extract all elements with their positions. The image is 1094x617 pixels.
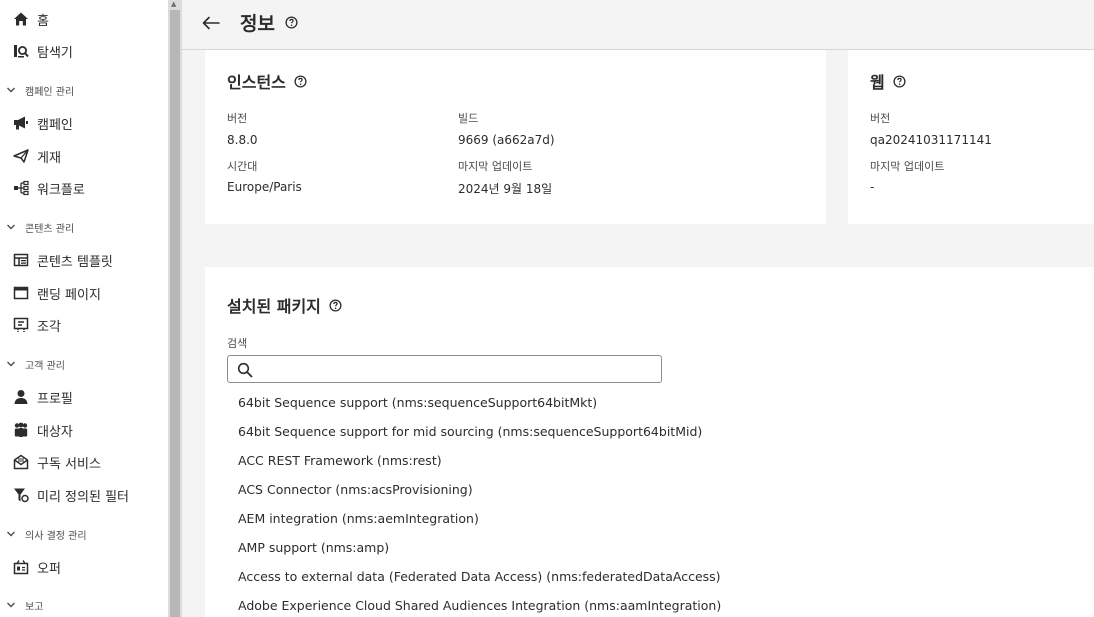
- web-title: 웹: [870, 73, 885, 92]
- timezone-label: 시간대: [227, 160, 258, 173]
- sidebar-item-workflows[interactable]: 워크플로: [12, 177, 85, 199]
- sidebar-item-content-templates[interactable]: 콘텐츠 템플릿: [12, 249, 113, 271]
- explorer-icon: [12, 43, 30, 59]
- megaphone-icon: [12, 115, 30, 131]
- section-customer-management[interactable]: 고객 관리: [6, 355, 65, 373]
- web-card: 웹 버전 qa20241031171141 마지막 업데이트 -: [848, 50, 1094, 224]
- sidebar-item-landing-pages[interactable]: 랜딩 페이지: [12, 282, 101, 304]
- sidebar-item-label: 조각: [37, 319, 61, 335]
- arrow-left-icon: [202, 16, 220, 30]
- sidebar-item-fragments[interactable]: 조각: [12, 314, 61, 336]
- sidebar-item-label: 미리 정의된 필터: [37, 489, 129, 505]
- packages-title: 설치된 패키지: [227, 297, 321, 316]
- section-content-management[interactable]: 콘텐츠 관리: [6, 218, 74, 236]
- sidebar-item-label: 탐색기: [37, 45, 73, 61]
- installed-packages-card: 설치된 패키지 검색 64bit Sequence support (nms:s…: [205, 267, 1094, 617]
- sidebar-item-profiles[interactable]: 프로필: [12, 386, 73, 408]
- build-value: 9669 (a662a7d): [458, 133, 555, 147]
- sidebar-item-label: 랜딩 페이지: [37, 287, 101, 303]
- sidebar-item-label: 캠페인: [37, 117, 73, 133]
- sidebar-item-subscription-services[interactable]: 구독 서비스: [12, 451, 101, 473]
- paper-plane-icon: [12, 148, 30, 164]
- sidebar-item-predefined-filters[interactable]: 미리 정의된 필터: [12, 484, 129, 506]
- package-item: AEM integration (nms:aemIntegration): [238, 511, 479, 526]
- package-item: Adobe Experience Cloud Shared Audiences …: [238, 598, 722, 613]
- scrollbar-thumb[interactable]: [170, 10, 180, 617]
- instance-card-title: 인스턴스: [227, 69, 307, 93]
- sidebar-item-audiences[interactable]: 대상자: [12, 419, 73, 441]
- help-icon[interactable]: [329, 298, 342, 312]
- version-label: 버전: [227, 112, 248, 125]
- chevron-down-icon: [6, 85, 18, 95]
- sidebar-item-label: 홈: [37, 13, 49, 29]
- page-header: 정보: [182, 0, 1094, 50]
- sidebar-item-label: 프로필: [37, 391, 73, 407]
- sidebar-item-label: 워크플로: [37, 182, 85, 198]
- section-decision-management[interactable]: 의사 결정 관리: [6, 525, 87, 543]
- package-item: AMP support (nms:amp): [238, 540, 390, 555]
- search-field[interactable]: [227, 355, 662, 383]
- web-version-label: 버전: [870, 112, 891, 125]
- web-last-update-value: -: [870, 180, 875, 194]
- user-icon: [12, 389, 30, 405]
- help-icon[interactable]: [893, 74, 906, 88]
- sidebar-item-home[interactable]: 홈: [12, 8, 49, 30]
- help-icon[interactable]: [294, 74, 307, 88]
- instance-title: 인스턴스: [227, 73, 286, 92]
- search-label: 검색: [227, 337, 248, 350]
- packages-card-title: 설치된 패키지: [227, 293, 342, 317]
- sidebar-item-label: 오퍼: [37, 561, 61, 577]
- sidebar-item-label: 구독 서비스: [37, 456, 101, 472]
- sidebar-item-label: 대상자: [37, 424, 73, 440]
- landing-page-icon: [12, 285, 30, 301]
- help-icon[interactable]: [285, 16, 298, 29]
- workflow-icon: [12, 180, 30, 196]
- package-item: Access to external data (Federated Data …: [238, 569, 721, 584]
- sidebar-item-deliveries[interactable]: 게재: [12, 145, 61, 167]
- subscription-icon: [12, 454, 30, 470]
- chevron-down-icon: [6, 359, 18, 369]
- scroll-up-arrow-icon[interactable]: ▲: [171, 0, 176, 8]
- search-input[interactable]: [260, 359, 655, 379]
- timezone-value: Europe/Paris: [227, 180, 302, 194]
- template-icon: [12, 252, 30, 268]
- section-label: 고객 관리: [25, 360, 65, 372]
- sidebar-item-label: 게재: [37, 150, 61, 166]
- chevron-down-icon: [6, 529, 18, 539]
- sidebar-scrollbar[interactable]: ▲: [168, 0, 182, 617]
- sidebar-item-explorer[interactable]: 탐색기: [12, 40, 73, 62]
- chevron-down-icon: [6, 222, 18, 232]
- last-update-label: 마지막 업데이트: [458, 160, 533, 173]
- fragment-icon: [12, 317, 30, 333]
- home-icon: [12, 11, 30, 27]
- package-item: 64bit Sequence support (nms:sequenceSupp…: [238, 395, 598, 410]
- package-item: 64bit Sequence support for mid sourcing …: [238, 424, 703, 439]
- section-label: 의사 결정 관리: [25, 530, 87, 542]
- package-item: ACC REST Framework (nms:rest): [238, 453, 442, 468]
- search-icon: [237, 362, 253, 378]
- back-button[interactable]: [200, 12, 222, 34]
- version-value: 8.8.0: [227, 133, 258, 147]
- web-version-value: qa20241031171141: [870, 133, 992, 147]
- web-last-update-label: 마지막 업데이트: [870, 160, 945, 173]
- offer-icon: [12, 559, 30, 575]
- sidebar: 홈 탐색기 캠페인 관리 캠페인 게재 워크플로 콘텐츠 관리 콘텐츠 템플릿 …: [0, 0, 168, 617]
- sidebar-item-campaign[interactable]: 캠페인: [12, 112, 73, 134]
- section-label: 캠페인 관리: [25, 86, 75, 98]
- sidebar-item-offers[interactable]: 오퍼: [12, 556, 61, 578]
- build-label: 빌드: [458, 112, 479, 125]
- sidebar-item-label: 콘텐츠 템플릿: [37, 254, 113, 270]
- section-label: 보고: [25, 601, 44, 613]
- section-label: 콘텐츠 관리: [25, 223, 75, 235]
- filter-icon: [12, 487, 30, 503]
- package-item: ACS Connector (nms:acsProvisioning): [238, 482, 473, 497]
- section-reports[interactable]: 보고: [6, 596, 43, 614]
- web-card-title: 웹: [870, 69, 906, 93]
- last-update-value: 2024년 9월 18일: [458, 182, 553, 196]
- page-title: 정보: [240, 13, 275, 35]
- audience-icon: [12, 422, 30, 438]
- section-campaign-management[interactable]: 캠페인 관리: [6, 81, 74, 99]
- chevron-down-icon: [6, 600, 18, 610]
- instance-card: 인스턴스 버전 8.8.0 빌드 9669 (a662a7d) 시간대 Euro…: [205, 50, 826, 224]
